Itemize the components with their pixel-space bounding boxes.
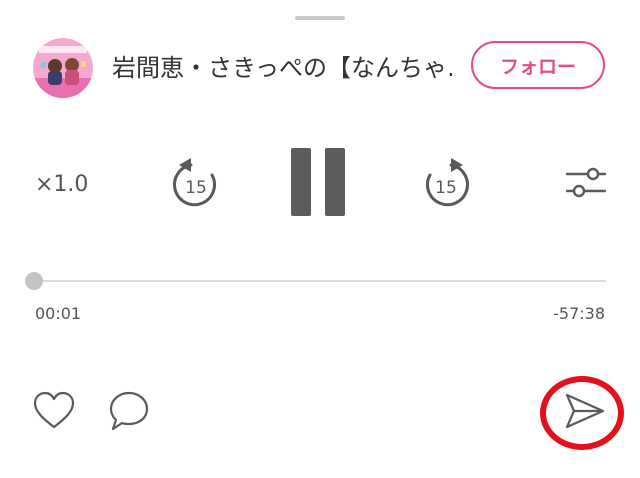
- comment-button[interactable]: [107, 390, 151, 432]
- podcast-cover-art: [33, 38, 93, 98]
- channel-title[interactable]: 岩間恵・さきっぺの【なんちゃ…: [112, 52, 452, 84]
- share-button[interactable]: [562, 390, 606, 432]
- progress-scrubber[interactable]: [25, 272, 44, 290]
- playback-speed-button[interactable]: ×1.0: [35, 168, 95, 202]
- forward-seconds-label: 15: [435, 178, 457, 198]
- play-pause-button[interactable]: [288, 146, 348, 218]
- sliders-icon: [565, 167, 607, 198]
- like-button[interactable]: [33, 391, 75, 431]
- pause-icon: [291, 148, 345, 216]
- follow-button[interactable]: フォロー: [471, 41, 605, 89]
- rewind-seconds-label: 15: [185, 178, 207, 198]
- sheet-grab-handle[interactable]: [295, 16, 345, 20]
- forward-15-button[interactable]: 15: [420, 156, 472, 212]
- rewind-15-icon: 15: [173, 158, 216, 207]
- send-icon: [565, 393, 605, 429]
- audio-settings-button[interactable]: [565, 166, 607, 200]
- comment-icon: [109, 391, 149, 431]
- elapsed-time: 00:01: [35, 304, 82, 323]
- channel-avatar[interactable]: [33, 38, 93, 98]
- progress-bar[interactable]: [25, 272, 606, 290]
- heart-icon: [33, 391, 75, 429]
- remaining-time: -57:38: [553, 304, 605, 323]
- rewind-15-button[interactable]: 15: [170, 156, 222, 212]
- forward-15-icon: 15: [426, 158, 469, 207]
